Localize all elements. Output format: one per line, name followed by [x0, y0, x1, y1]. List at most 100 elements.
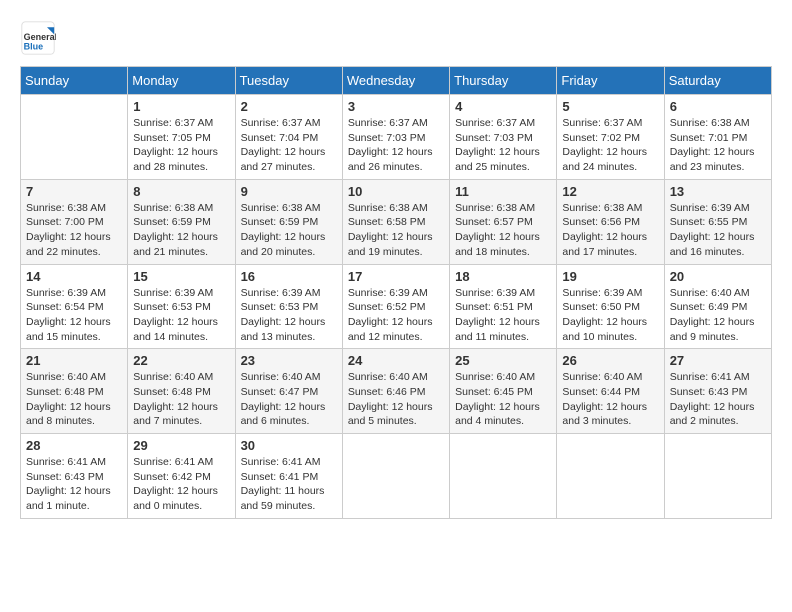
svg-text:General: General — [24, 32, 56, 42]
calendar-cell: 28 Sunrise: 6:41 AMSunset: 6:43 PMDayligh… — [21, 434, 128, 519]
day-info: Sunrise: 6:39 AMSunset: 6:52 PMDaylight:… — [348, 286, 444, 345]
calendar-week-row: 21 Sunrise: 6:40 AMSunset: 6:48 PMDayligh… — [21, 349, 772, 434]
day-number: 13 — [670, 184, 766, 199]
day-number: 9 — [241, 184, 337, 199]
day-info: Sunrise: 6:41 AMSunset: 6:43 PMDaylight:… — [26, 455, 122, 514]
day-info: Sunrise: 6:41 AMSunset: 6:41 PMDaylight:… — [241, 455, 337, 514]
day-info: Sunrise: 6:38 AMSunset: 6:58 PMDaylight:… — [348, 201, 444, 260]
day-number: 8 — [133, 184, 229, 199]
day-number: 29 — [133, 438, 229, 453]
calendar-cell: 4 Sunrise: 6:37 AMSunset: 7:03 PMDaylight… — [450, 95, 557, 180]
day-number: 21 — [26, 353, 122, 368]
day-info: Sunrise: 6:40 AMSunset: 6:48 PMDaylight:… — [133, 370, 229, 429]
day-number: 25 — [455, 353, 551, 368]
calendar-cell: 8 Sunrise: 6:38 AMSunset: 6:59 PMDaylight… — [128, 179, 235, 264]
day-number: 7 — [26, 184, 122, 199]
day-number: 23 — [241, 353, 337, 368]
day-number: 12 — [562, 184, 658, 199]
calendar-cell: 30 Sunrise: 6:41 AMSunset: 6:41 PMDayligh… — [235, 434, 342, 519]
day-info: Sunrise: 6:37 AMSunset: 7:04 PMDaylight:… — [241, 116, 337, 175]
calendar-cell — [664, 434, 771, 519]
day-info: Sunrise: 6:39 AMSunset: 6:54 PMDaylight:… — [26, 286, 122, 345]
calendar-week-row: 1 Sunrise: 6:37 AMSunset: 7:05 PMDaylight… — [21, 95, 772, 180]
column-header-wednesday: Wednesday — [342, 67, 449, 95]
day-number: 18 — [455, 269, 551, 284]
day-number: 30 — [241, 438, 337, 453]
calendar-cell: 13 Sunrise: 6:39 AMSunset: 6:55 PMDayligh… — [664, 179, 771, 264]
day-info: Sunrise: 6:38 AMSunset: 7:01 PMDaylight:… — [670, 116, 766, 175]
calendar-cell — [557, 434, 664, 519]
calendar-cell: 10 Sunrise: 6:38 AMSunset: 6:58 PMDayligh… — [342, 179, 449, 264]
day-info: Sunrise: 6:39 AMSunset: 6:55 PMDaylight:… — [670, 201, 766, 260]
calendar-cell: 15 Sunrise: 6:39 AMSunset: 6:53 PMDayligh… — [128, 264, 235, 349]
day-number: 16 — [241, 269, 337, 284]
calendar-cell: 3 Sunrise: 6:37 AMSunset: 7:03 PMDaylight… — [342, 95, 449, 180]
column-header-tuesday: Tuesday — [235, 67, 342, 95]
day-info: Sunrise: 6:40 AMSunset: 6:49 PMDaylight:… — [670, 286, 766, 345]
day-number: 26 — [562, 353, 658, 368]
day-info: Sunrise: 6:38 AMSunset: 6:59 PMDaylight:… — [241, 201, 337, 260]
page-header: General Blue — [20, 20, 772, 56]
calendar-cell: 6Sunrise: 6:38 AMSunset: 7:01 PMDaylight… — [664, 95, 771, 180]
day-info: Sunrise: 6:37 AMSunset: 7:03 PMDaylight:… — [455, 116, 551, 175]
day-info: Sunrise: 6:38 AMSunset: 6:59 PMDaylight:… — [133, 201, 229, 260]
calendar-cell: 20Sunrise: 6:40 AMSunset: 6:49 PMDayligh… — [664, 264, 771, 349]
calendar-header-row: SundayMondayTuesdayWednesdayThursdayFrid… — [21, 67, 772, 95]
day-number: 10 — [348, 184, 444, 199]
day-number: 2 — [241, 99, 337, 114]
calendar-cell: 25Sunrise: 6:40 AMSunset: 6:45 PMDayligh… — [450, 349, 557, 434]
day-info: Sunrise: 6:39 AMSunset: 6:53 PMDaylight:… — [133, 286, 229, 345]
day-number: 1 — [133, 99, 229, 114]
day-number: 15 — [133, 269, 229, 284]
day-number: 14 — [26, 269, 122, 284]
day-number: 22 — [133, 353, 229, 368]
day-info: Sunrise: 6:39 AMSunset: 6:53 PMDaylight:… — [241, 286, 337, 345]
day-number: 5 — [562, 99, 658, 114]
calendar-cell: 19 Sunrise: 6:39 AMSunset: 6:50 PMDayligh… — [557, 264, 664, 349]
day-number: 11 — [455, 184, 551, 199]
svg-text:Blue: Blue — [24, 42, 44, 52]
calendar-week-row: 14 Sunrise: 6:39 AMSunset: 6:54 PMDayligh… — [21, 264, 772, 349]
calendar-week-row: 7 Sunrise: 6:38 AMSunset: 7:00 PMDaylight… — [21, 179, 772, 264]
calendar-cell — [21, 95, 128, 180]
column-header-saturday: Saturday — [664, 67, 771, 95]
calendar-cell: 16 Sunrise: 6:39 AMSunset: 6:53 PMDayligh… — [235, 264, 342, 349]
day-info: Sunrise: 6:39 AMSunset: 6:51 PMDaylight:… — [455, 286, 551, 345]
day-info: Sunrise: 6:37 AMSunset: 7:05 PMDaylight:… — [133, 116, 229, 175]
calendar-cell — [342, 434, 449, 519]
day-info: Sunrise: 6:40 AMSunset: 6:47 PMDaylight:… — [241, 370, 337, 429]
calendar-cell: 12Sunrise: 6:38 AMSunset: 6:56 PMDayligh… — [557, 179, 664, 264]
calendar-cell: 21Sunrise: 6:40 AMSunset: 6:48 PMDayligh… — [21, 349, 128, 434]
column-header-monday: Monday — [128, 67, 235, 95]
day-info: Sunrise: 6:37 AMSunset: 7:02 PMDaylight:… — [562, 116, 658, 175]
day-number: 28 — [26, 438, 122, 453]
logo-icon: General Blue — [20, 20, 56, 56]
calendar-cell: 2 Sunrise: 6:37 AMSunset: 7:04 PMDaylight… — [235, 95, 342, 180]
calendar-cell: 26 Sunrise: 6:40 AMSunset: 6:44 PMDayligh… — [557, 349, 664, 434]
logo: General Blue — [20, 20, 58, 56]
calendar-cell: 24 Sunrise: 6:40 AMSunset: 6:46 PMDayligh… — [342, 349, 449, 434]
day-number: 19 — [562, 269, 658, 284]
day-info: Sunrise: 6:41 AMSunset: 6:42 PMDaylight:… — [133, 455, 229, 514]
calendar-week-row: 28 Sunrise: 6:41 AMSunset: 6:43 PMDayligh… — [21, 434, 772, 519]
calendar-cell: 29 Sunrise: 6:41 AMSunset: 6:42 PMDayligh… — [128, 434, 235, 519]
day-number: 24 — [348, 353, 444, 368]
day-number: 27 — [670, 353, 766, 368]
calendar-cell: 23 Sunrise: 6:40 AMSunset: 6:47 PMDayligh… — [235, 349, 342, 434]
calendar-cell: 27Sunrise: 6:41 AMSunset: 6:43 PMDayligh… — [664, 349, 771, 434]
day-info: Sunrise: 6:37 AMSunset: 7:03 PMDaylight:… — [348, 116, 444, 175]
day-info: Sunrise: 6:39 AMSunset: 6:50 PMDaylight:… — [562, 286, 658, 345]
calendar-cell: 22 Sunrise: 6:40 AMSunset: 6:48 PMDayligh… — [128, 349, 235, 434]
day-info: Sunrise: 6:38 AMSunset: 7:00 PMDaylight:… — [26, 201, 122, 260]
calendar-cell: 1 Sunrise: 6:37 AMSunset: 7:05 PMDaylight… — [128, 95, 235, 180]
calendar-cell: 11Sunrise: 6:38 AMSunset: 6:57 PMDayligh… — [450, 179, 557, 264]
day-info: Sunrise: 6:40 AMSunset: 6:46 PMDaylight:… — [348, 370, 444, 429]
calendar-cell: 9 Sunrise: 6:38 AMSunset: 6:59 PMDaylight… — [235, 179, 342, 264]
calendar-cell: 7 Sunrise: 6:38 AMSunset: 7:00 PMDaylight… — [21, 179, 128, 264]
day-number: 17 — [348, 269, 444, 284]
calendar-table: SundayMondayTuesdayWednesdayThursdayFrid… — [20, 66, 772, 519]
column-header-sunday: Sunday — [21, 67, 128, 95]
day-number: 3 — [348, 99, 444, 114]
day-number: 4 — [455, 99, 551, 114]
day-info: Sunrise: 6:40 AMSunset: 6:44 PMDaylight:… — [562, 370, 658, 429]
